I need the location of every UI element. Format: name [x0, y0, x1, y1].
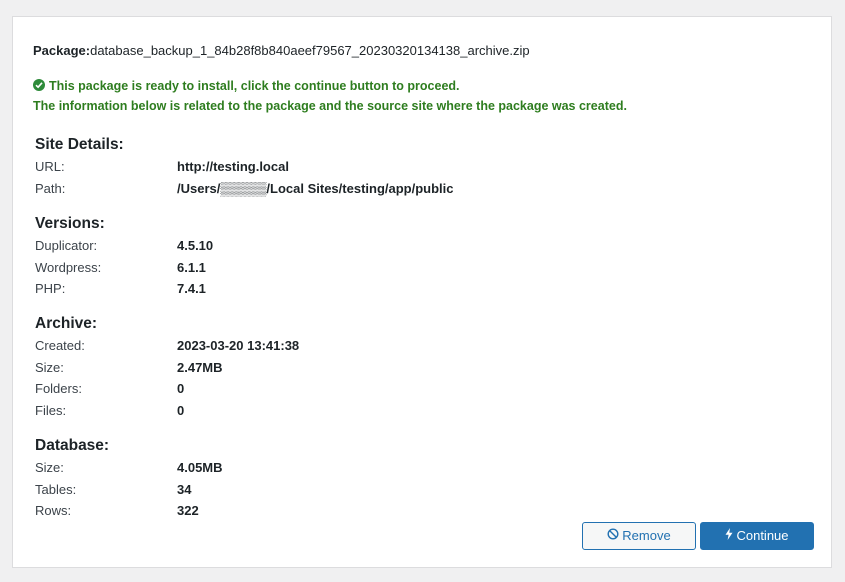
site-details-section: Site Details: URL: http://testing.local …	[35, 134, 635, 199]
check-circle-icon	[33, 79, 45, 91]
notice-line-1: This package is ready to install, click …	[33, 76, 627, 96]
detail-row: Duplicator: 4.5.10	[35, 235, 635, 257]
section-title: Site Details:	[35, 136, 124, 153]
detail-value: http://testing.local	[177, 159, 289, 174]
detail-row: Created: 2023-03-20 13:41:38	[35, 335, 635, 357]
detail-value: /Users/▒▒▒▒▒/Local Sites/testing/app/pub…	[177, 180, 454, 196]
detail-key: Path:	[35, 180, 66, 196]
bolt-icon	[725, 523, 733, 549]
section-title: Database:	[35, 437, 110, 454]
prohibited-icon	[607, 523, 619, 549]
detail-row: Tables: 34	[35, 479, 635, 501]
detail-value: 4.5.10	[177, 238, 214, 253]
detail-key: Duplicator:	[35, 238, 98, 253]
detail-key: Files:	[35, 402, 67, 418]
detail-value: 2023-03-20 13:41:38	[177, 338, 300, 353]
section-title: Archive:	[35, 315, 98, 332]
continue-button-label: Continue	[736, 528, 789, 543]
package-label: Package:	[33, 43, 91, 58]
detail-row: Folders: 0	[35, 378, 635, 400]
section-title: Versions:	[35, 215, 105, 232]
detail-row: Files: 0	[35, 400, 635, 422]
detail-value: 0	[177, 381, 185, 396]
detail-value: 34	[177, 481, 192, 497]
detail-row: Rows: 322	[35, 500, 635, 522]
versions-section: Versions: Duplicator: 4.5.10 Wordpress: …	[35, 213, 635, 300]
detail-row: Size: 2.47MB	[35, 357, 635, 379]
detail-value: 2.47MB	[177, 359, 223, 375]
remove-button-label: Remove	[622, 528, 671, 543]
archive-section: Archive: Created: 2023-03-20 13:41:38 Si…	[35, 313, 635, 421]
notice-text-1: This package is ready to install, click …	[49, 79, 460, 93]
package-line: Package:database_backup_1_84b28f8b840aee…	[33, 43, 530, 58]
package-filename: database_backup_1_84b28f8b840aeef79567_2…	[90, 43, 530, 58]
detail-value: 4.05MB	[177, 460, 223, 475]
detail-key: URL:	[35, 159, 65, 174]
detail-key: Size:	[35, 359, 64, 375]
detail-key: PHP:	[35, 281, 66, 296]
detail-key: Folders:	[35, 381, 82, 396]
detail-value: 322	[177, 503, 199, 518]
detail-row: Size: 4.05MB	[35, 457, 635, 479]
notice-line-2: The information below is related to the …	[33, 99, 627, 113]
detail-row: PHP: 7.4.1	[35, 278, 635, 300]
continue-button[interactable]: Continue	[700, 522, 814, 550]
detail-key: Created:	[35, 338, 85, 353]
detail-row: Path: /Users/▒▒▒▒▒/Local Sites/testing/a…	[35, 178, 635, 200]
detail-row: Wordpress: 6.1.1	[35, 257, 635, 279]
remove-button[interactable]: Remove	[582, 522, 696, 550]
detail-value: 7.4.1	[177, 281, 206, 296]
detail-key: Wordpress:	[35, 259, 102, 275]
detail-key: Size:	[35, 460, 64, 475]
detail-row: URL: http://testing.local	[35, 156, 635, 178]
detail-key: Tables:	[35, 481, 77, 497]
package-info-panel: Package:database_backup_1_84b28f8b840aee…	[12, 16, 832, 568]
detail-value: 0	[177, 402, 185, 418]
detail-key: Rows:	[35, 503, 72, 518]
ready-notice: This package is ready to install, click …	[33, 76, 627, 116]
database-section: Database: Size: 4.05MB Tables: 34 Rows: …	[35, 435, 635, 522]
detail-value: 6.1.1	[177, 259, 206, 275]
